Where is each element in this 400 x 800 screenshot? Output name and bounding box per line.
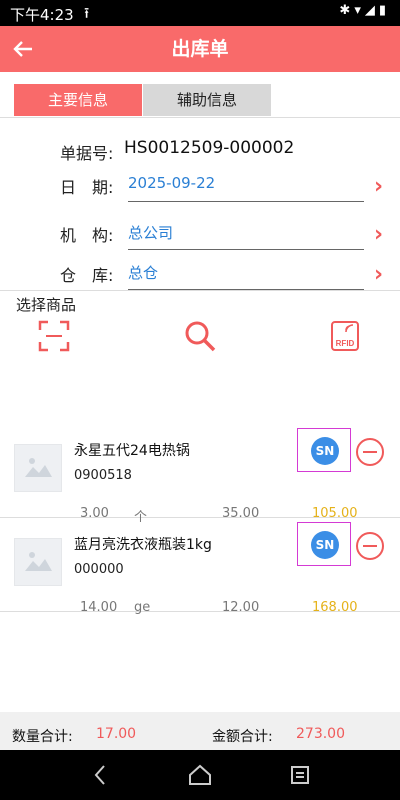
date-row: 日 期: 2025-09-22 › <box>0 168 400 204</box>
search-button[interactable] <box>182 318 218 354</box>
item-name: 蓝月亮洗衣液瓶装1kg <box>74 537 212 553</box>
sn-badge: SN <box>311 437 339 465</box>
rfid-icon: RFID <box>331 321 359 351</box>
item-code: 000000 <box>74 562 124 577</box>
status-bar: 下午4:23 ⭱ ✱▾◢▮ <box>0 0 400 26</box>
arrow-left-icon <box>13 41 32 57</box>
app-header: 出库单 <box>0 26 400 72</box>
home-icon <box>189 764 211 785</box>
sn-badge: SN <box>311 531 339 559</box>
sn-button[interactable]: SN <box>297 428 351 472</box>
back-button[interactable] <box>6 32 40 66</box>
totals-bar: 数量合计: 17.00 金额合计: 273.00 <box>0 712 400 750</box>
image-placeholder-icon <box>25 458 52 477</box>
nav-back-button[interactable] <box>88 762 114 788</box>
item-price: 12.00 <box>222 600 260 615</box>
search-icon <box>185 321 216 352</box>
scan-button[interactable] <box>36 318 72 354</box>
tab-bar: 主要信息 辅助信息 <box>0 72 400 118</box>
page-title: 出库单 <box>171 38 229 60</box>
item-amount: 168.00 <box>312 600 358 615</box>
qty-total-label: 数量合计: <box>12 729 73 745</box>
divider <box>0 290 400 291</box>
warehouse-row: 仓 库: 总仓 › <box>0 256 400 292</box>
upload-icon: ⭱ <box>84 4 90 22</box>
product-thumbnail <box>14 538 62 586</box>
tab-main-info[interactable]: 主要信息 <box>14 84 142 116</box>
remove-item-button[interactable] <box>356 438 384 466</box>
remove-item-button[interactable] <box>356 532 384 560</box>
scan-icon <box>38 320 70 352</box>
org-row: 机 构: 总公司 › <box>0 216 400 252</box>
chevron-right-icon[interactable]: › <box>374 262 383 287</box>
date-label: 日 期: <box>60 178 114 197</box>
list-item[interactable]: 蓝月亮洗衣液瓶装1kg 000000 14.00 ge 12.00 168.00… <box>0 522 400 615</box>
item-name: 永星五代24电热锅 <box>74 443 190 459</box>
org-field[interactable]: 总公司 <box>128 222 364 250</box>
item-code: 0900518 <box>74 468 132 483</box>
rfid-button[interactable]: RFID <box>328 318 364 354</box>
warehouse-field[interactable]: 总仓 <box>128 262 364 290</box>
date-field[interactable]: 2025-09-22 <box>128 174 364 202</box>
doc-no-value: HS0012509-000002 <box>124 138 295 158</box>
product-thumbnail <box>14 444 62 492</box>
chevron-right-icon[interactable]: › <box>374 174 383 199</box>
status-icons: ✱▾◢▮ <box>339 3 390 18</box>
org-label: 机 构: <box>60 226 114 245</box>
tab-aux-info[interactable]: 辅助信息 <box>143 84 271 116</box>
image-placeholder-icon <box>25 552 52 571</box>
item-qty: 14.00 <box>80 600 118 615</box>
item-unit: ge <box>134 600 151 615</box>
item-price: 35.00 <box>222 506 260 521</box>
menu-icon <box>291 766 309 784</box>
item-amount: 105.00 <box>312 506 358 521</box>
nav-recents-button[interactable] <box>287 762 313 788</box>
nav-home-button[interactable] <box>187 762 213 788</box>
sn-button[interactable]: SN <box>297 522 351 566</box>
rfid-text: RFID <box>336 339 355 348</box>
doc-no-label: 单据号: <box>60 144 114 163</box>
amount-total-label: 金额合计: <box>212 729 273 745</box>
doc-no-row: 单据号: HS0012509-000002 <box>0 134 400 170</box>
system-nav-bar <box>0 750 400 800</box>
back-chevron-icon <box>94 765 105 785</box>
item-qty: 3.00 <box>80 506 109 521</box>
list-item[interactable]: 永星五代24电热锅 0900518 3.00 个 35.00 105.00 SN <box>0 428 400 525</box>
select-goods-title: 选择商品 <box>16 296 77 314</box>
minus-icon <box>363 451 377 453</box>
status-time: 下午4:23 <box>10 6 74 24</box>
amount-total-value: 273.00 <box>296 726 345 742</box>
warehouse-label: 仓 库: <box>60 266 114 285</box>
qty-total-value: 17.00 <box>96 726 137 742</box>
chevron-right-icon[interactable]: › <box>374 222 383 247</box>
minus-icon <box>363 545 377 547</box>
